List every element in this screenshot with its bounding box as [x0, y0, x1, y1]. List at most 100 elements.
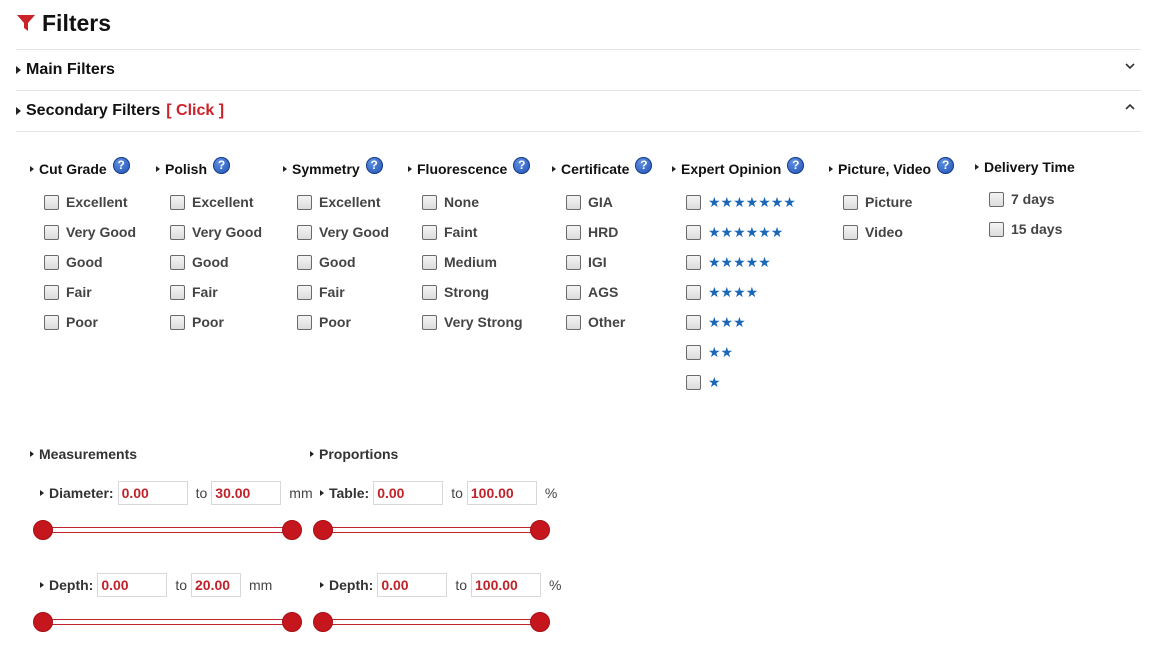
table-slider-track[interactable]	[322, 527, 540, 533]
help-icon[interactable]: ?	[635, 156, 653, 174]
expert-opinion-option[interactable]: ★★★★★	[686, 247, 771, 277]
expert-opinion-option[interactable]: ★★★★★★★	[686, 187, 796, 217]
checkbox[interactable]	[297, 194, 312, 210]
picture-video-header[interactable]: Picture, Video?	[829, 156, 955, 180]
depth-pct-min-input[interactable]	[377, 573, 448, 597]
symmetry-option[interactable]: Poor	[297, 307, 351, 337]
help-icon[interactable]: ?	[513, 156, 531, 174]
expert-opinion-header[interactable]: Expert Opinion?	[672, 156, 805, 180]
checkbox[interactable]	[566, 284, 581, 300]
polish-option[interactable]: Excellent	[170, 187, 253, 217]
checkbox[interactable]	[170, 254, 185, 270]
diameter-max-input[interactable]	[211, 481, 282, 505]
checkbox[interactable]	[44, 194, 59, 210]
help-icon[interactable]: ?	[937, 156, 955, 174]
checkbox[interactable]	[170, 194, 185, 210]
chevron-up-icon[interactable]	[1123, 100, 1137, 114]
delivery-time-header[interactable]: Delivery Time	[975, 156, 1075, 178]
checkbox[interactable]	[422, 224, 437, 240]
certificate-header[interactable]: Certificate?	[552, 156, 653, 180]
cut-grade-option[interactable]: Fair	[44, 277, 92, 307]
secondary-filters-toggle[interactable]: Secondary Filters [ Click ]	[16, 90, 1141, 131]
main-filters-toggle[interactable]: Main Filters	[16, 49, 1141, 90]
checkbox[interactable]	[170, 224, 185, 240]
diameter-min-handle[interactable]	[33, 520, 53, 540]
fluorescence-option[interactable]: Very Strong	[422, 307, 523, 337]
checkbox[interactable]	[297, 224, 312, 240]
checkbox[interactable]	[297, 254, 312, 270]
depth-pct-slider-track[interactable]	[322, 619, 540, 625]
help-icon[interactable]: ?	[213, 156, 231, 174]
checkbox[interactable]	[422, 284, 437, 300]
symmetry-option[interactable]: Good	[297, 247, 356, 277]
measurements-header[interactable]: Measurements	[30, 444, 137, 464]
checkbox[interactable]	[566, 194, 581, 210]
fluorescence-option[interactable]: Faint	[422, 217, 477, 247]
checkbox[interactable]	[686, 254, 701, 270]
depth-pct-max-input[interactable]	[471, 573, 542, 597]
fluorescence-option[interactable]: Strong	[422, 277, 489, 307]
depth-mm-slider-track[interactable]	[42, 619, 292, 625]
checkbox[interactable]	[297, 284, 312, 300]
table-max-input[interactable]	[466, 481, 537, 505]
checkbox[interactable]	[686, 314, 701, 330]
expert-opinion-option[interactable]: ★	[686, 367, 721, 397]
checkbox[interactable]	[686, 374, 701, 390]
checkbox[interactable]	[170, 284, 185, 300]
checkbox[interactable]	[566, 224, 581, 240]
depth-pct-max-handle[interactable]	[530, 612, 550, 632]
cut-grade-option[interactable]: Excellent	[44, 187, 127, 217]
checkbox[interactable]	[843, 224, 858, 240]
polish-header[interactable]: Polish?	[156, 156, 231, 180]
checkbox[interactable]	[686, 224, 701, 240]
picture-video-option[interactable]: Video	[843, 217, 903, 247]
checkbox[interactable]	[686, 194, 701, 210]
certificate-option[interactable]: AGS	[566, 277, 618, 307]
certificate-option[interactable]: GIA	[566, 187, 613, 217]
fluorescence-option[interactable]: None	[422, 187, 479, 217]
expert-opinion-option[interactable]: ★★	[686, 337, 733, 367]
checkbox[interactable]	[422, 254, 437, 270]
fluorescence-header[interactable]: Fluorescence?	[408, 156, 531, 180]
certificate-option[interactable]: Other	[566, 307, 625, 337]
chevron-down-icon[interactable]	[1123, 59, 1137, 73]
cut-grade-option[interactable]: Poor	[44, 307, 98, 337]
cut-grade-option[interactable]: Good	[44, 247, 103, 277]
help-icon[interactable]: ?	[787, 156, 805, 174]
polish-option[interactable]: Poor	[170, 307, 224, 337]
expert-opinion-option[interactable]: ★★★★	[686, 277, 758, 307]
checkbox[interactable]	[566, 314, 581, 330]
table-min-handle[interactable]	[313, 520, 333, 540]
checkbox[interactable]	[297, 314, 312, 330]
diameter-slider-track[interactable]	[42, 527, 292, 533]
checkbox[interactable]	[989, 191, 1004, 207]
symmetry-header[interactable]: Symmetry?	[283, 156, 383, 180]
certificate-option[interactable]: IGI	[566, 247, 607, 277]
diameter-min-input[interactable]	[117, 481, 188, 505]
depth-mm-min-handle[interactable]	[33, 612, 53, 632]
delivery-time-option[interactable]: 15 days	[989, 214, 1062, 244]
table-min-input[interactable]	[373, 481, 444, 505]
checkbox[interactable]	[566, 254, 581, 270]
polish-option[interactable]: Fair	[170, 277, 218, 307]
symmetry-option[interactable]: Very Good	[297, 217, 389, 247]
depth-mm-max-input[interactable]	[191, 573, 242, 597]
checkbox[interactable]	[44, 284, 59, 300]
depth-mm-min-input[interactable]	[97, 573, 168, 597]
checkbox[interactable]	[170, 314, 185, 330]
secondary-click-link[interactable]: [ Click ]	[166, 102, 224, 120]
polish-option[interactable]: Good	[170, 247, 229, 277]
checkbox[interactable]	[686, 344, 701, 360]
expert-opinion-option[interactable]: ★★★★★★	[686, 217, 783, 247]
cut-grade-option[interactable]: Very Good	[44, 217, 136, 247]
depth-mm-max-handle[interactable]	[282, 612, 302, 632]
picture-video-option[interactable]: Picture	[843, 187, 912, 217]
diameter-max-handle[interactable]	[282, 520, 302, 540]
fluorescence-option[interactable]: Medium	[422, 247, 497, 277]
polish-option[interactable]: Very Good	[170, 217, 262, 247]
certificate-option[interactable]: HRD	[566, 217, 618, 247]
symmetry-option[interactable]: Fair	[297, 277, 345, 307]
checkbox[interactable]	[989, 221, 1004, 237]
table-max-handle[interactable]	[530, 520, 550, 540]
expert-opinion-option[interactable]: ★★★	[686, 307, 746, 337]
